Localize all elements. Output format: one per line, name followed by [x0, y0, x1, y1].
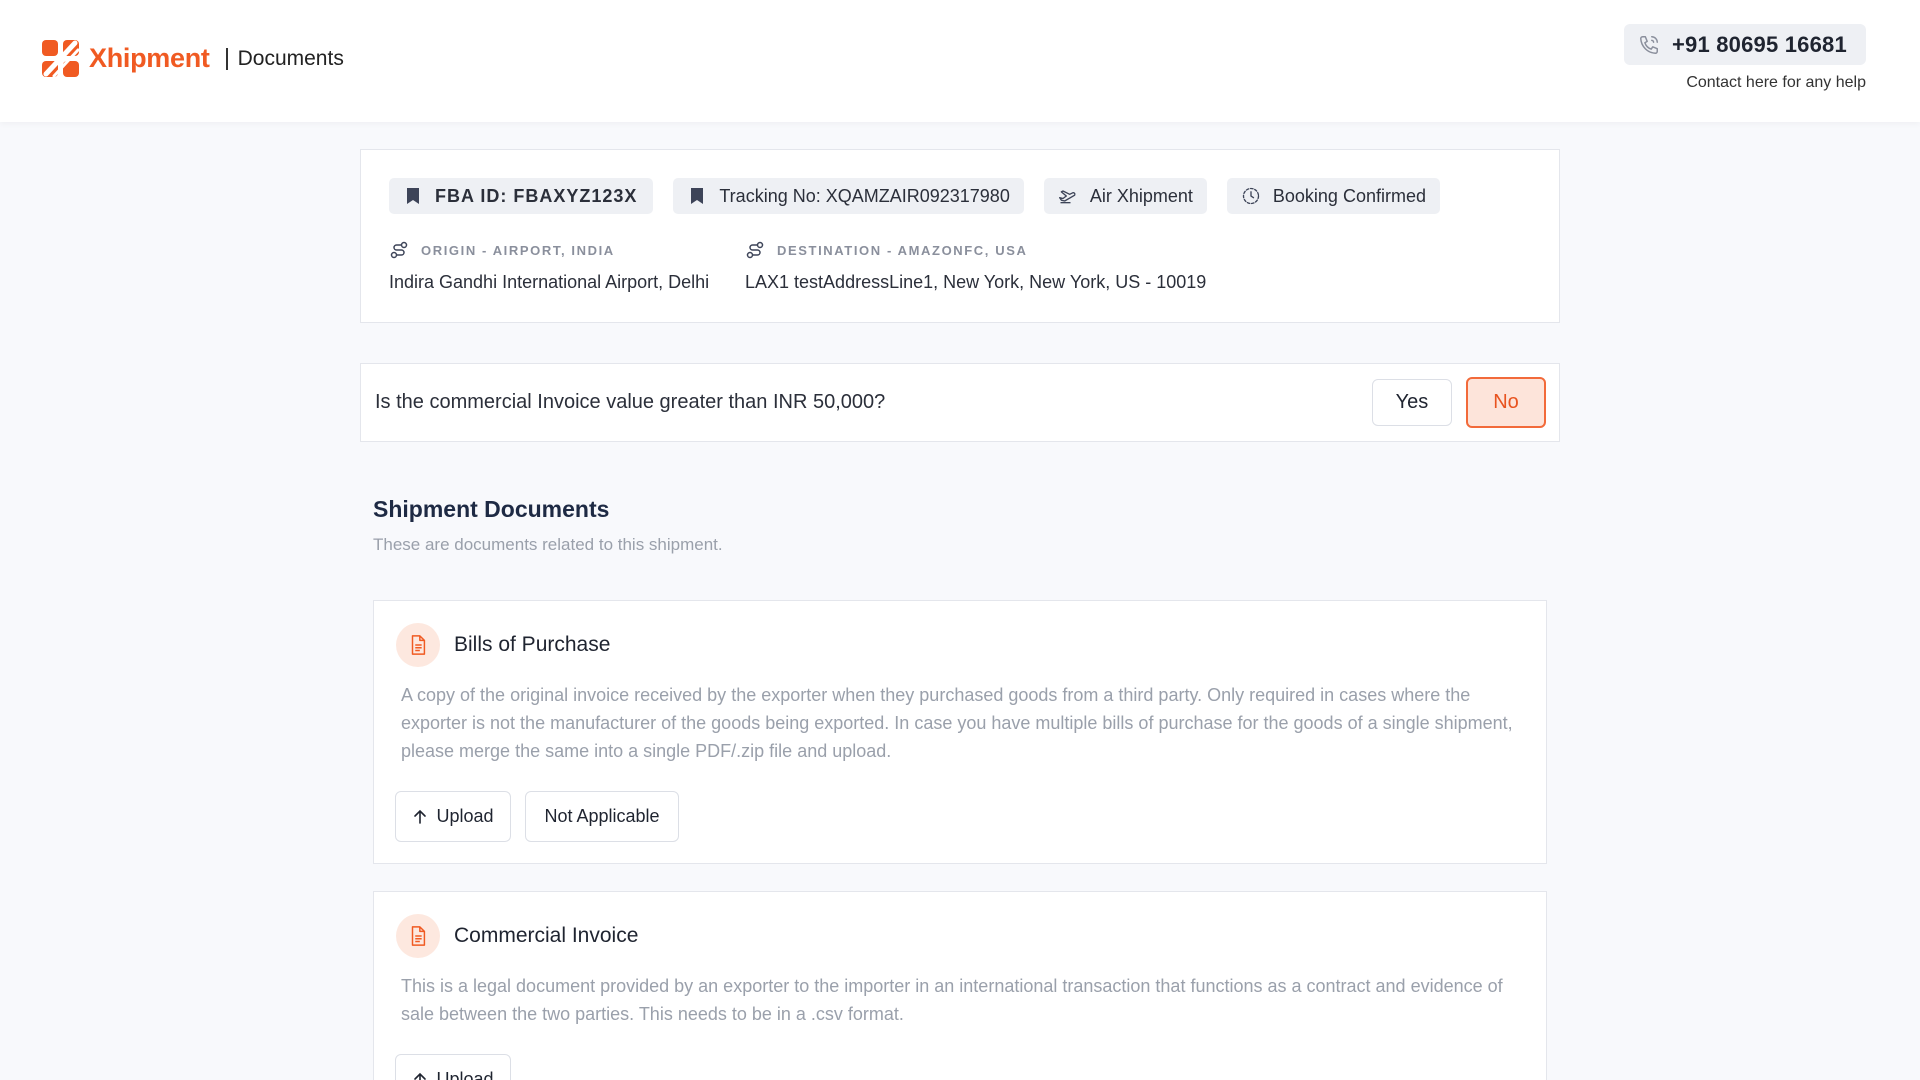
- xhipment-logo-icon: [42, 40, 80, 78]
- bookmark-icon: [691, 188, 704, 204]
- invoice-question-card: Is the commercial Invoice value greater …: [360, 363, 1560, 442]
- origin-label-row: ORIGIN - AIRPORT, INDIA: [389, 240, 709, 260]
- mode-chip: Air Xhipment: [1043, 178, 1207, 214]
- origin-block: ORIGIN - AIRPORT, INDIA Indira Gandhi In…: [389, 240, 709, 293]
- section-subtitle: These are documents related to this ship…: [373, 535, 723, 554]
- shipment-chips: FBA ID: FBAXYZ123X Tracking No: XQAMZAIR…: [389, 178, 1440, 214]
- airplane-icon: [1058, 190, 1076, 204]
- brand-name: Xhipment: [89, 43, 210, 73]
- document-icon-badge: [396, 623, 440, 667]
- arrow-up-icon: [414, 1072, 427, 1080]
- upload-label: Upload: [436, 806, 494, 826]
- section-title: Shipment Documents: [373, 496, 610, 522]
- origin-label: ORIGIN - AIRPORT, INDIA: [421, 242, 615, 258]
- upload-button[interactable]: Upload: [395, 791, 511, 842]
- document-title: Bills of Purchase: [454, 633, 611, 656]
- document-card-commercial-invoice: Commercial Invoice This is a legal docum…: [373, 891, 1547, 1080]
- upload-button[interactable]: Upload: [395, 1054, 511, 1080]
- brand[interactable]: Xhipment Documents: [40, 38, 344, 79]
- destination-label: DESTINATION - AMAZONFC, USA: [777, 242, 1028, 258]
- fba-id-text: FBA ID: FBAXYZ123X: [435, 185, 638, 206]
- document-description: This is a legal document provided by an …: [401, 976, 1503, 1024]
- tracking-chip: Tracking No: XQAMZAIR092317980: [673, 178, 1024, 214]
- mode-text: Air Xhipment: [1089, 185, 1193, 206]
- arrow-up-icon: [414, 809, 427, 824]
- document-title: Commercial Invoice: [454, 924, 639, 947]
- phone-icon: [1640, 35, 1658, 54]
- route-icon: [746, 241, 764, 259]
- shipment-info-card: FBA ID: FBAXYZ123X Tracking No: XQAMZAIR…: [360, 149, 1560, 323]
- no-button[interactable]: No: [1466, 377, 1546, 428]
- brand-divider: [225, 47, 228, 70]
- help-note: Contact here for any help: [1686, 74, 1866, 91]
- destination-label-row: DESTINATION - AMAZONFC, USA: [745, 240, 1206, 260]
- document-card-bills-of-purchase: Bills of Purchase A copy of the original…: [373, 600, 1547, 864]
- origin-value: Indira Gandhi International Airport, Del…: [389, 272, 710, 292]
- route-icon: [390, 241, 408, 259]
- upload-label: Upload: [436, 1069, 494, 1080]
- document-icon: [411, 926, 426, 946]
- help-phone-number: +91 80695 16681: [1672, 31, 1847, 57]
- status-chip: Booking Confirmed: [1226, 178, 1440, 214]
- invoice-question-text: Is the commercial Invoice value greater …: [375, 391, 886, 413]
- help-phone-box[interactable]: +91 80695 16681: [1624, 24, 1866, 65]
- clock-icon: [1242, 187, 1260, 205]
- top-header: Xhipment Documents +91 80695 16681 Conta…: [0, 0, 1920, 122]
- document-description: A copy of the original invoice received …: [401, 685, 1513, 761]
- tracking-text: Tracking No: XQAMZAIR092317980: [719, 185, 1010, 206]
- destination-block: DESTINATION - AMAZONFC, USA LAX1 testAdd…: [745, 240, 1206, 293]
- status-text: Booking Confirmed: [1272, 185, 1426, 206]
- fba-id-chip: FBA ID: FBAXYZ123X: [389, 178, 654, 214]
- document-icon-badge: [396, 914, 440, 958]
- destination-value: LAX1 testAddressLine1, New York, New Yor…: [745, 272, 1207, 292]
- yes-button[interactable]: Yes: [1372, 379, 1452, 426]
- not-applicable-button[interactable]: Not Applicable: [525, 791, 679, 842]
- bookmark-icon: [407, 188, 419, 204]
- document-icon: [411, 635, 426, 655]
- page-title: Documents: [237, 46, 344, 70]
